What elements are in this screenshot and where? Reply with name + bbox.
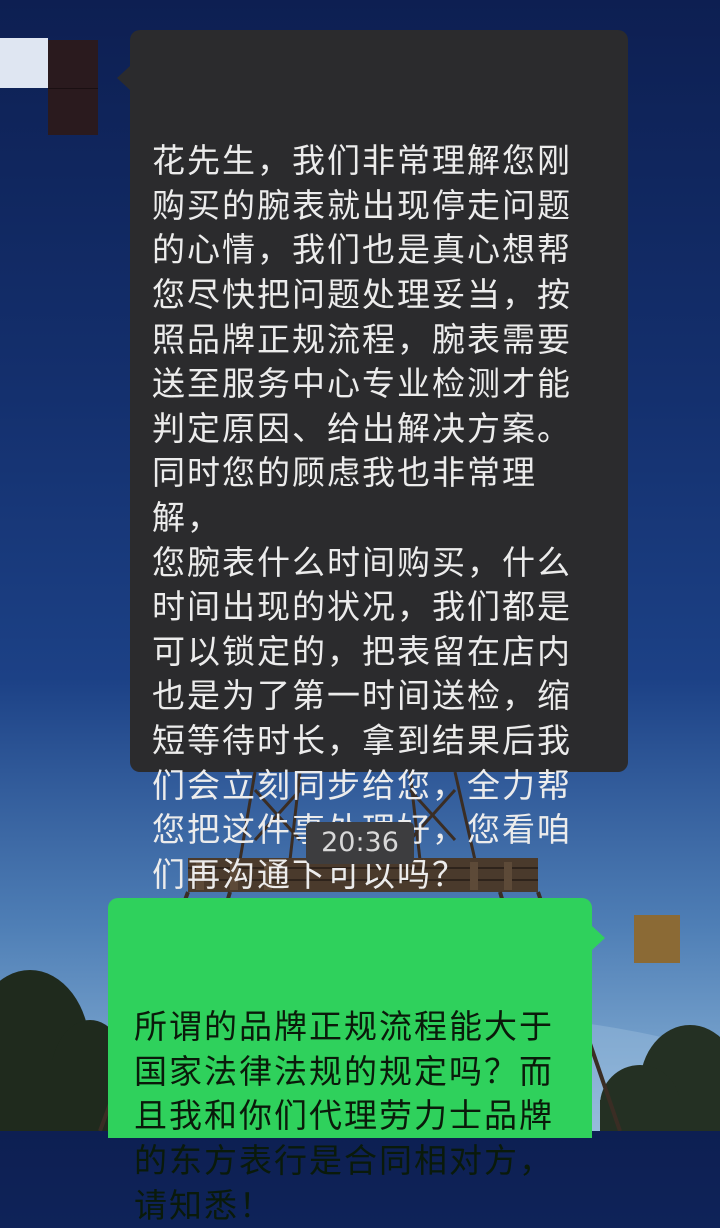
outgoing-bubble-tail	[592, 926, 605, 950]
outgoing-message-bubble[interactable]: 所谓的品牌正规流程能大于 国家法律法规的规定吗？而 且我和你们代理劳力士品牌 的…	[108, 898, 605, 1225]
screen-edge-highlight	[0, 38, 48, 88]
incoming-bubble-tail	[117, 66, 130, 90]
message-timestamp: 20:36	[306, 822, 414, 864]
avatar-divider	[48, 88, 98, 89]
incoming-message-text: 花先生，我们非常理解您刚 购买的腕表就出现停走问题 的心情，我们也是真心想帮 您…	[152, 141, 572, 894]
user-avatar[interactable]	[634, 915, 680, 963]
contact-avatar[interactable]	[48, 40, 98, 135]
outgoing-message-text: 所谓的品牌正规流程能大于 国家法律法规的规定吗？而 且我和你们代理劳力士品牌 的…	[134, 1007, 554, 1225]
incoming-message-bubble[interactable]: 花先生，我们非常理解您刚 购买的腕表就出现停走问题 的心情，我们也是真心想帮 您…	[117, 30, 628, 894]
